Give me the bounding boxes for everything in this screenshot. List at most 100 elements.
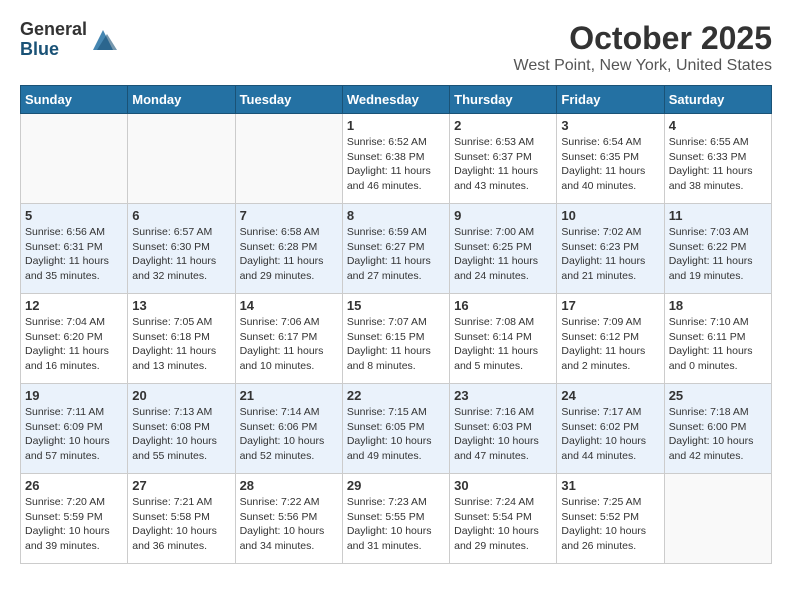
day-info: Sunrise: 7:07 AM Sunset: 6:15 PM Dayligh… [347,315,445,374]
day-info: Sunrise: 7:10 AM Sunset: 6:11 PM Dayligh… [669,315,767,374]
day-number: 3 [561,118,659,133]
calendar-cell: 8 Sunrise: 6:59 AM Sunset: 6:27 PM Daylig… [342,204,449,294]
day-info: Sunrise: 6:56 AM Sunset: 6:31 PM Dayligh… [25,225,123,284]
day-info: Sunrise: 6:59 AM Sunset: 6:27 PM Dayligh… [347,225,445,284]
weekday-header-monday: Monday [128,86,235,114]
calendar-week-row-5: 26 Sunrise: 7:20 AM Sunset: 5:59 PM Dayli… [21,474,772,564]
day-number: 11 [669,208,767,223]
title-area: October 2025 West Point, New York, Unite… [514,20,773,75]
day-info: Sunrise: 7:02 AM Sunset: 6:23 PM Dayligh… [561,225,659,284]
calendar-cell: 26 Sunrise: 7:20 AM Sunset: 5:59 PM Dayli… [21,474,128,564]
calendar-cell: 20 Sunrise: 7:13 AM Sunset: 6:08 PM Dayli… [128,384,235,474]
day-number: 13 [132,298,230,313]
day-number: 18 [669,298,767,313]
weekday-header-tuesday: Tuesday [235,86,342,114]
calendar-week-row-2: 5 Sunrise: 6:56 AM Sunset: 6:31 PM Daylig… [21,204,772,294]
day-info: Sunrise: 7:03 AM Sunset: 6:22 PM Dayligh… [669,225,767,284]
day-number: 12 [25,298,123,313]
calendar-cell: 2 Sunrise: 6:53 AM Sunset: 6:37 PM Daylig… [450,114,557,204]
calendar-week-row-3: 12 Sunrise: 7:04 AM Sunset: 6:20 PM Dayli… [21,294,772,384]
calendar-cell: 22Sunrise: 7:15 AM Sunset: 6:05 PM Dayli… [342,384,449,474]
day-info: Sunrise: 7:20 AM Sunset: 5:59 PM Dayligh… [25,495,123,554]
calendar-cell: 14 Sunrise: 7:06 AM Sunset: 6:17 PM Dayli… [235,294,342,384]
day-number: 8 [347,208,445,223]
weekday-header-friday: Friday [557,86,664,114]
day-number: 1 [347,118,445,133]
day-info: Sunrise: 7:09 AM Sunset: 6:12 PM Dayligh… [561,315,659,374]
weekday-header-saturday: Saturday [664,86,771,114]
day-number: 20 [132,388,230,403]
calendar-cell: 28 Sunrise: 7:22 AM Sunset: 5:56 PM Dayli… [235,474,342,564]
day-info: Sunrise: 6:58 AM Sunset: 6:28 PM Dayligh… [240,225,338,284]
day-number: 4 [669,118,767,133]
day-number: 6 [132,208,230,223]
calendar-table: SundayMondayTuesdayWednesdayThursdayFrid… [20,85,772,564]
day-info: Sunrise: 7:21 AM Sunset: 5:58 PM Dayligh… [132,495,230,554]
calendar-cell: 21Sunrise: 7:14 AM Sunset: 6:06 PM Dayli… [235,384,342,474]
day-info: Sunrise: 7:05 AM Sunset: 6:18 PM Dayligh… [132,315,230,374]
day-info: Sunrise: 7:16 AM Sunset: 6:03 PM Dayligh… [454,405,552,464]
day-info: Sunrise: 6:54 AM Sunset: 6:35 PM Dayligh… [561,135,659,194]
day-number: 5 [25,208,123,223]
location-subtitle: West Point, New York, United States [514,57,773,75]
calendar-cell: 1 Sunrise: 6:52 AM Sunset: 6:38 PM Daylig… [342,114,449,204]
day-number: 2 [454,118,552,133]
day-info: Sunrise: 7:22 AM Sunset: 5:56 PM Dayligh… [240,495,338,554]
day-number: 17 [561,298,659,313]
calendar-cell [235,114,342,204]
calendar-cell: 11 Sunrise: 7:03 AM Sunset: 6:22 PM Dayli… [664,204,771,294]
day-info: Sunrise: 7:00 AM Sunset: 6:25 PM Dayligh… [454,225,552,284]
day-info: Sunrise: 6:53 AM Sunset: 6:37 PM Dayligh… [454,135,552,194]
weekday-header-sunday: Sunday [21,86,128,114]
day-number: 24 [561,388,659,403]
day-info: Sunrise: 7:06 AM Sunset: 6:17 PM Dayligh… [240,315,338,374]
calendar-cell: 4Sunrise: 6:55 AM Sunset: 6:33 PM Daylig… [664,114,771,204]
day-info: Sunrise: 7:15 AM Sunset: 6:05 PM Dayligh… [347,405,445,464]
calendar-cell: 29 Sunrise: 7:23 AM Sunset: 5:55 PM Dayli… [342,474,449,564]
calendar-cell: 23Sunrise: 7:16 AM Sunset: 6:03 PM Dayli… [450,384,557,474]
calendar-cell [128,114,235,204]
calendar-cell: 6 Sunrise: 6:57 AM Sunset: 6:30 PM Daylig… [128,204,235,294]
day-info: Sunrise: 7:04 AM Sunset: 6:20 PM Dayligh… [25,315,123,374]
weekday-header-wednesday: Wednesday [342,86,449,114]
day-info: Sunrise: 7:23 AM Sunset: 5:55 PM Dayligh… [347,495,445,554]
day-number: 9 [454,208,552,223]
calendar-cell: 13 Sunrise: 7:05 AM Sunset: 6:18 PM Dayli… [128,294,235,384]
calendar-week-row-4: 19Sunrise: 7:11 AM Sunset: 6:09 PM Dayli… [21,384,772,474]
logo-blue-text: Blue [20,40,87,60]
day-number: 7 [240,208,338,223]
day-info: Sunrise: 7:18 AM Sunset: 6:00 PM Dayligh… [669,405,767,464]
day-number: 14 [240,298,338,313]
calendar-cell: 16 Sunrise: 7:08 AM Sunset: 6:14 PM Dayli… [450,294,557,384]
day-number: 10 [561,208,659,223]
day-number: 19 [25,388,123,403]
day-info: Sunrise: 7:17 AM Sunset: 6:02 PM Dayligh… [561,405,659,464]
calendar-cell: 24 Sunrise: 7:17 AM Sunset: 6:02 PM Dayli… [557,384,664,474]
calendar-cell: 15 Sunrise: 7:07 AM Sunset: 6:15 PM Dayli… [342,294,449,384]
day-info: Sunrise: 7:08 AM Sunset: 6:14 PM Dayligh… [454,315,552,374]
day-info: Sunrise: 6:52 AM Sunset: 6:38 PM Dayligh… [347,135,445,194]
day-number: 29 [347,478,445,493]
weekday-header-row: SundayMondayTuesdayWednesdayThursdayFrid… [21,86,772,114]
day-number: 15 [347,298,445,313]
day-number: 25 [669,388,767,403]
logo-icon [87,24,119,56]
calendar-cell: 27Sunrise: 7:21 AM Sunset: 5:58 PM Dayli… [128,474,235,564]
calendar-cell: 5 Sunrise: 6:56 AM Sunset: 6:31 PM Daylig… [21,204,128,294]
day-number: 31 [561,478,659,493]
day-info: Sunrise: 7:13 AM Sunset: 6:08 PM Dayligh… [132,405,230,464]
calendar-cell: 3 Sunrise: 6:54 AM Sunset: 6:35 PM Daylig… [557,114,664,204]
day-info: Sunrise: 7:14 AM Sunset: 6:06 PM Dayligh… [240,405,338,464]
calendar-cell: 31Sunrise: 7:25 AM Sunset: 5:52 PM Dayli… [557,474,664,564]
day-number: 28 [240,478,338,493]
day-number: 30 [454,478,552,493]
calendar-cell: 7 Sunrise: 6:58 AM Sunset: 6:28 PM Daylig… [235,204,342,294]
calendar-cell: 30 Sunrise: 7:24 AM Sunset: 5:54 PM Dayli… [450,474,557,564]
day-info: Sunrise: 7:24 AM Sunset: 5:54 PM Dayligh… [454,495,552,554]
day-number: 16 [454,298,552,313]
calendar-cell [664,474,771,564]
day-info: Sunrise: 6:57 AM Sunset: 6:30 PM Dayligh… [132,225,230,284]
calendar-cell: 12 Sunrise: 7:04 AM Sunset: 6:20 PM Dayli… [21,294,128,384]
weekday-header-thursday: Thursday [450,86,557,114]
day-number: 26 [25,478,123,493]
